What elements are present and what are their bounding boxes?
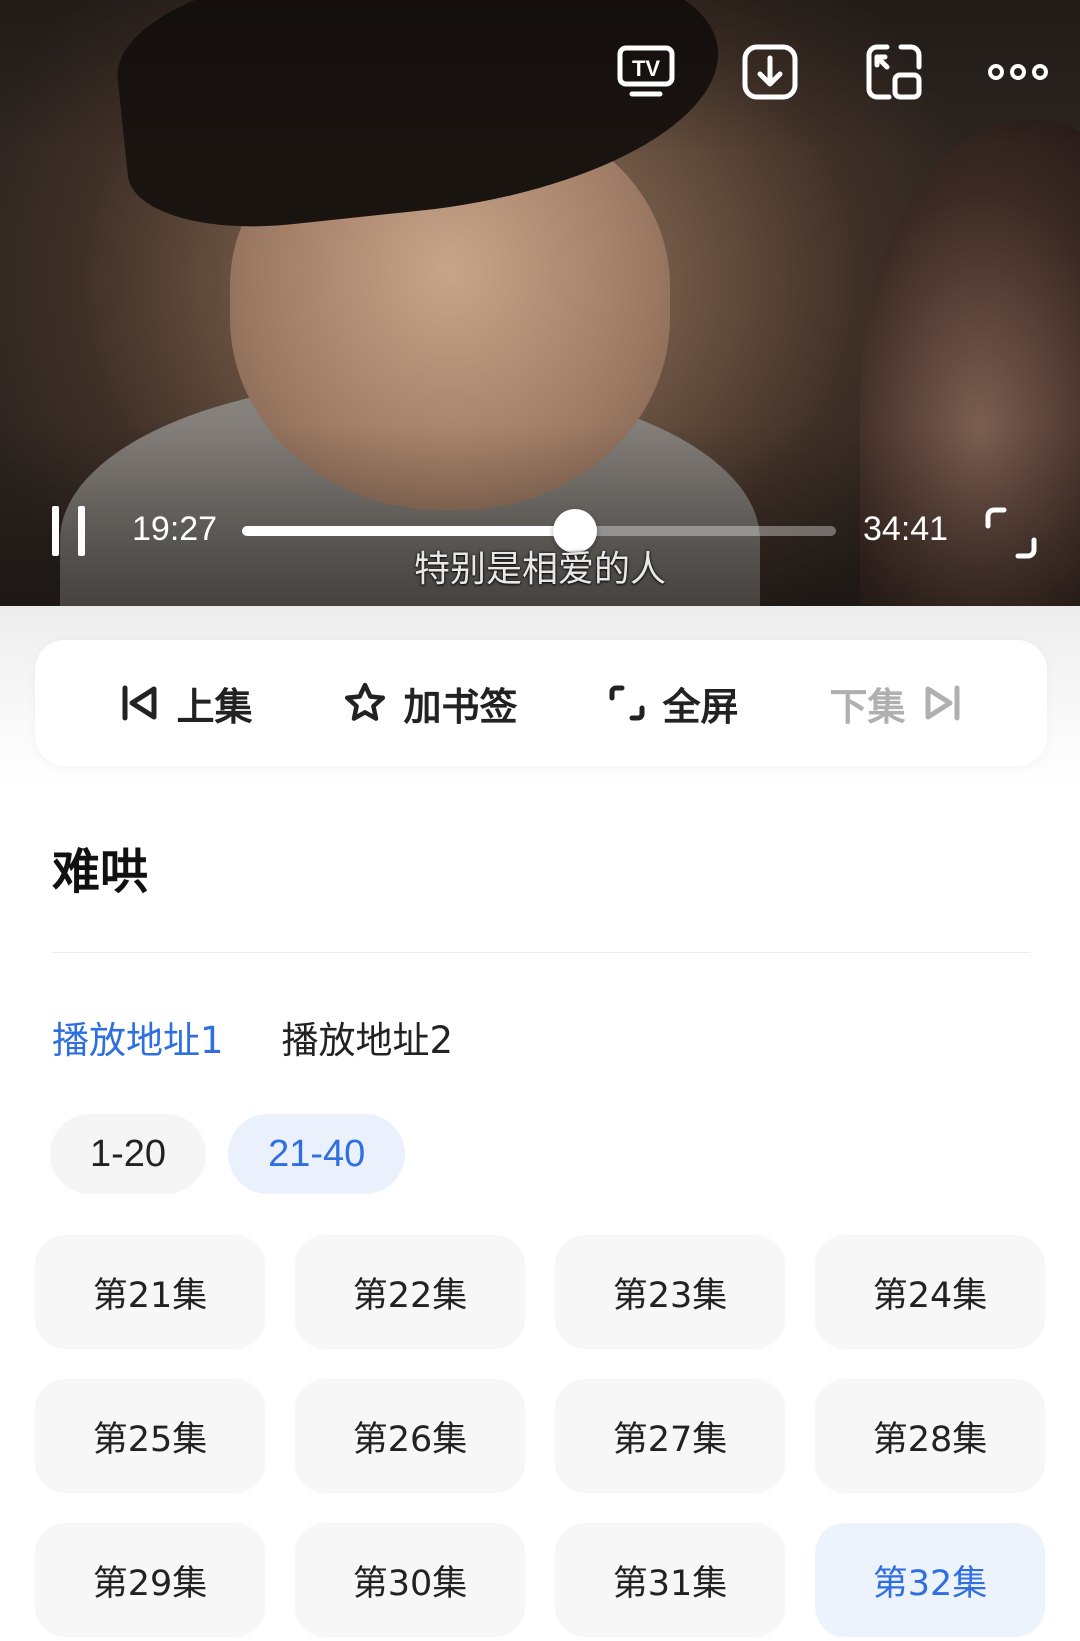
action-bar: 上集 加书签 全屏 下集 — [35, 640, 1047, 766]
next-episode-label: 下集 — [829, 684, 906, 729]
episode-button[interactable]: 第26集 — [295, 1379, 525, 1493]
drama-title: 难哄 — [52, 844, 149, 900]
video-player[interactable]: TV 19:27 34:41 特别是相爱的人 — [0, 0, 1080, 606]
episode-range-tabs: 1-20 21-40 — [50, 1114, 406, 1194]
episode-button[interactable]: 第25集 — [35, 1379, 265, 1493]
pip-icon[interactable] — [862, 40, 926, 104]
episode-button[interactable]: 第29集 — [35, 1523, 265, 1637]
episode-button[interactable]: 第30集 — [295, 1523, 525, 1637]
skip-next-icon — [925, 685, 959, 721]
episode-button[interactable]: 第21集 — [35, 1235, 265, 1349]
episode-button[interactable]: 第22集 — [295, 1235, 525, 1349]
range-tab-1-20[interactable]: 1-20 — [50, 1114, 207, 1194]
player-top-toolbar: TV — [614, 40, 1050, 104]
source-tabs: 播放地址1 播放地址2 — [52, 1010, 453, 1064]
star-icon — [345, 682, 386, 721]
download-icon[interactable] — [738, 40, 802, 104]
progress-slider[interactable] — [242, 509, 836, 553]
episode-grid: 第21集 第22集 第23集 第24集 第25集 第26集 第27集 第28集 … — [35, 1235, 1047, 1637]
subtitle-text: 特别是相爱的人 — [413, 549, 666, 590]
bookmark-button[interactable]: 加书签 — [343, 676, 518, 731]
tv-cast-icon[interactable]: TV — [614, 40, 678, 104]
fullscreen-icon — [609, 685, 645, 721]
section-divider — [52, 952, 1030, 953]
range-tab-21-40[interactable]: 21-40 — [228, 1114, 406, 1194]
source-tab-2[interactable]: 播放地址2 — [282, 1010, 454, 1064]
prev-episode-label: 上集 — [176, 684, 253, 729]
bookmark-label: 加书签 — [403, 684, 518, 729]
next-episode-button[interactable]: 下集 — [829, 676, 961, 731]
skip-previous-icon — [122, 685, 157, 721]
episode-button[interactable]: 第23集 — [555, 1235, 785, 1349]
more-icon[interactable] — [986, 40, 1050, 104]
fullscreen-button[interactable]: 全屏 — [608, 676, 739, 731]
svg-text:TV: TV — [632, 56, 660, 81]
progress-fill — [242, 526, 575, 536]
episode-button[interactable]: 第28集 — [815, 1379, 1045, 1493]
episode-button[interactable]: 第27集 — [555, 1379, 785, 1493]
episode-button-current[interactable]: 第32集 — [815, 1523, 1045, 1637]
episode-button[interactable]: 第31集 — [555, 1523, 785, 1637]
source-tab-1[interactable]: 播放地址1 — [52, 1010, 224, 1064]
fullscreen-label: 全屏 — [662, 684, 739, 729]
prev-episode-button[interactable]: 上集 — [120, 676, 253, 731]
episode-button[interactable]: 第24集 — [815, 1235, 1045, 1349]
